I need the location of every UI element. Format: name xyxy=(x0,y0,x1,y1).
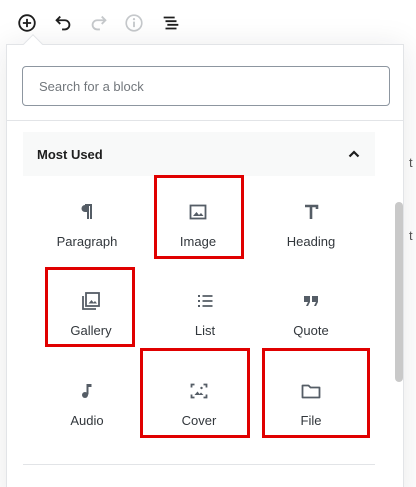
quote-icon xyxy=(301,289,321,313)
block-label: Audio xyxy=(70,413,104,428)
redo-icon xyxy=(91,15,107,31)
block-audio[interactable]: Audio xyxy=(43,365,131,445)
plus-circle-icon xyxy=(18,14,36,32)
paragraph-icon xyxy=(77,200,97,224)
highlight-box-cover xyxy=(140,348,250,438)
background-text: t xyxy=(409,228,413,243)
block-search-input[interactable] xyxy=(23,67,389,105)
block-heading[interactable]: Heading xyxy=(267,186,355,266)
block-quote[interactable]: Quote xyxy=(267,275,355,355)
section-divider xyxy=(23,464,375,465)
highlight-box-file xyxy=(262,348,370,438)
outline-button[interactable] xyxy=(159,11,183,35)
block-list[interactable]: List xyxy=(161,275,249,355)
block-label: Quote xyxy=(293,323,329,338)
info-icon xyxy=(125,14,143,32)
highlight-box-gallery xyxy=(45,267,135,347)
block-label: Paragraph xyxy=(56,234,118,249)
block-label: List xyxy=(194,323,216,338)
info-button[interactable] xyxy=(122,11,146,35)
editor-toolbar xyxy=(0,0,416,44)
add-block-button[interactable] xyxy=(15,11,39,35)
chevron-up-icon xyxy=(348,150,360,158)
undo-button[interactable] xyxy=(51,11,75,35)
heading-icon xyxy=(301,200,321,224)
scrollbar[interactable] xyxy=(395,202,403,382)
audio-icon xyxy=(77,379,97,403)
highlight-box-image xyxy=(154,175,244,259)
list-icon xyxy=(195,289,215,313)
search-box xyxy=(22,66,390,106)
background-text: t xyxy=(409,155,413,170)
undo-icon xyxy=(55,15,71,31)
most-used-panel-toggle[interactable]: Most Used xyxy=(23,132,375,176)
block-paragraph[interactable]: Paragraph xyxy=(43,186,131,266)
panel-title: Most Used xyxy=(37,146,103,162)
list-view-icon xyxy=(163,16,179,30)
redo-button[interactable] xyxy=(87,11,111,35)
block-label: Heading xyxy=(286,234,336,249)
